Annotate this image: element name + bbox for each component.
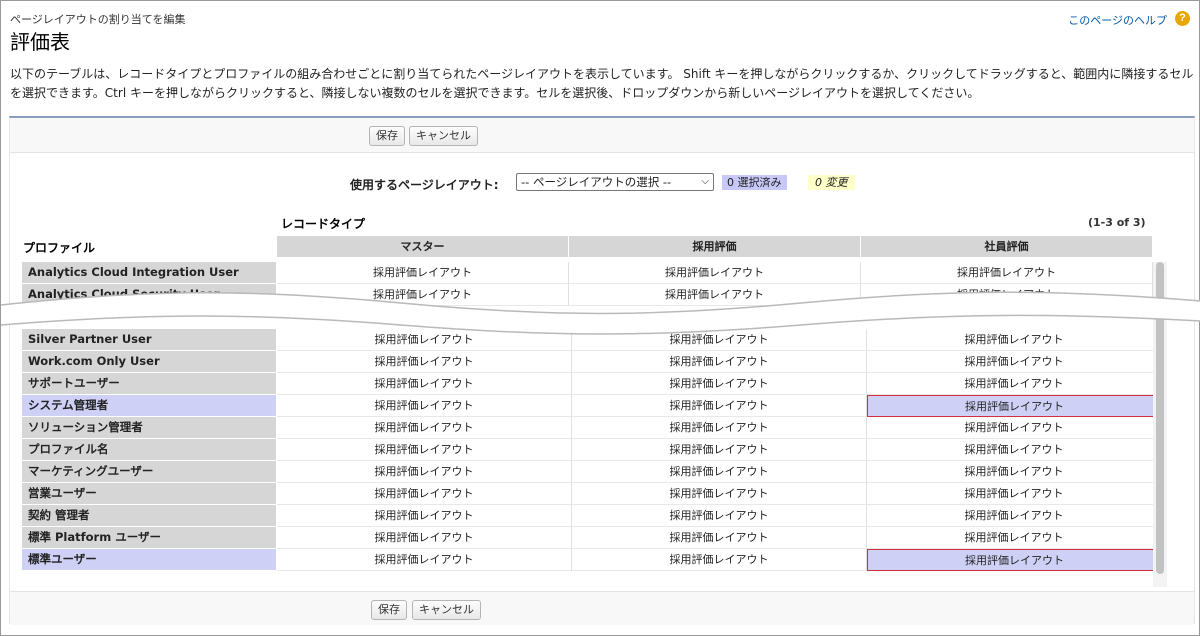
- bottom-button-bar: 保存 キャンセル: [10, 591, 1194, 625]
- layout-cell[interactable]: 採用評価レイアウト: [572, 373, 867, 395]
- layout-cell[interactable]: 採用評価レイアウト: [277, 505, 572, 527]
- record-type-label: レコードタイプ: [281, 217, 366, 231]
- profile-name: システム管理者: [22, 395, 276, 416]
- profile-name: ソリューション管理者: [22, 417, 276, 438]
- layout-cell[interactable]: 採用評価レイアウト: [867, 549, 1162, 571]
- window-frame: ページレイアウトの割り当てを編集 評価表 このページのヘルプ ? 以下のテーブル…: [0, 0, 1200, 636]
- table-row: マーケティングユーザー 採用評価レイアウト 採用評価レイアウト 採用評価レイアウト: [10, 461, 1196, 483]
- changes-count-badge: 0 変更: [808, 175, 855, 190]
- table-row: サポートユーザー 採用評価レイアウト 採用評価レイアウト 採用評価レイアウト: [10, 373, 1196, 395]
- profile-name: 営業ユーザー: [22, 483, 276, 504]
- layout-cell[interactable]: 採用評価レイアウト: [867, 351, 1162, 373]
- profile-name: プロファイル名: [22, 439, 276, 460]
- layout-cell[interactable]: 採用評価レイアウト: [572, 417, 867, 439]
- selected-count-badge: 0 選択済み: [722, 175, 787, 190]
- layout-cell[interactable]: 採用評価レイアウト: [867, 527, 1162, 549]
- layout-cell[interactable]: 採用評価レイアウト: [277, 262, 569, 284]
- layout-cell[interactable]: 採用評価レイアウト: [277, 549, 572, 571]
- assignment-panel: 保存 キャンセル 使用するページレイアウト: -- ページレイアウトの選択 --…: [9, 116, 1196, 625]
- table-row: 標準ユーザー 採用評価レイアウト 採用評価レイアウト 採用評価レイアウト: [10, 549, 1196, 571]
- layout-cell[interactable]: 採用評価レイアウト: [277, 395, 572, 417]
- layout-cell[interactable]: 採用評価レイアウト: [277, 439, 572, 461]
- question-icon[interactable]: ?: [1175, 11, 1190, 26]
- layout-cell[interactable]: 採用評価レイアウト: [569, 262, 861, 284]
- cancel-button[interactable]: キャンセル: [409, 126, 478, 146]
- layout-cell[interactable]: 採用評価レイアウト: [572, 505, 867, 527]
- profile-column-header: プロファイル: [23, 241, 96, 255]
- profile-name: 標準 Platform ユーザー: [22, 527, 276, 548]
- column-header-recruit-eval: 採用評価: [569, 236, 861, 257]
- column-header-employee-eval: 社員評価: [861, 236, 1153, 257]
- layout-selector-label: 使用するページレイアウト:: [350, 178, 499, 192]
- description-text: 以下のテーブルは、レコードタイプとプロファイルの組み合わせごとに割り当てられたペ…: [10, 67, 1194, 100]
- layout-cell[interactable]: 採用評価レイアウト: [572, 549, 867, 571]
- page-title: 評価表: [10, 30, 70, 54]
- profile-name: Analytics Cloud Integration User: [22, 262, 276, 283]
- save-button-bottom[interactable]: 保存: [371, 600, 407, 620]
- help-link[interactable]: このページのヘルプ: [1068, 12, 1167, 28]
- torn-edge-divider: [1, 291, 1200, 335]
- cancel-button-bottom[interactable]: キャンセル: [412, 600, 481, 620]
- profile-name: サポートユーザー: [22, 373, 276, 394]
- layout-cell[interactable]: 採用評価レイアウト: [277, 461, 572, 483]
- layout-cell[interactable]: 採用評価レイアウト: [277, 483, 572, 505]
- layout-cell[interactable]: 採用評価レイアウト: [572, 527, 867, 549]
- layout-cell[interactable]: 採用評価レイアウト: [572, 395, 867, 417]
- layout-cell[interactable]: 採用評価レイアウト: [867, 461, 1162, 483]
- table-row: システム管理者 採用評価レイアウト 採用評価レイアウト 採用評価レイアウト: [10, 395, 1196, 417]
- profile-name: Work.com Only User: [22, 351, 276, 372]
- save-button[interactable]: 保存: [369, 126, 405, 146]
- chevron-down-icon: ⌵: [701, 176, 709, 187]
- table-row: プロファイル名 採用評価レイアウト 採用評価レイアウト 採用評価レイアウト: [10, 439, 1196, 461]
- layout-cell[interactable]: 採用評価レイアウト: [277, 527, 572, 549]
- table-row: Analytics Cloud Integration User 採用評価レイアウ…: [10, 262, 1196, 284]
- page-layout-select[interactable]: -- ページレイアウトの選択 -- ⌵: [516, 173, 714, 191]
- profile-name: 標準ユーザー: [22, 549, 276, 570]
- page-layout-select-value: -- ページレイアウトの選択 --: [521, 175, 672, 189]
- layout-cell[interactable]: 採用評価レイアウト: [277, 417, 572, 439]
- layout-cell[interactable]: 採用評価レイアウト: [277, 351, 572, 373]
- layout-cell[interactable]: 採用評価レイアウト: [572, 439, 867, 461]
- profile-name: 契約 管理者: [22, 505, 276, 526]
- table-row: ソリューション管理者 採用評価レイアウト 採用評価レイアウト 採用評価レイアウト: [10, 417, 1196, 439]
- layout-cell[interactable]: 採用評価レイアウト: [861, 262, 1153, 284]
- table-row: 営業ユーザー 採用評価レイアウト 採用評価レイアウト 採用評価レイアウト: [10, 483, 1196, 505]
- layout-cell[interactable]: 採用評価レイアウト: [572, 351, 867, 373]
- layout-cell[interactable]: 採用評価レイアウト: [277, 373, 572, 395]
- layout-cell[interactable]: 採用評価レイアウト: [572, 461, 867, 483]
- top-button-bar: 保存 キャンセル: [10, 118, 1194, 153]
- table-row: Work.com Only User 採用評価レイアウト 採用評価レイアウト 採用評価…: [10, 351, 1196, 373]
- layout-cell[interactable]: 採用評価レイアウト: [867, 417, 1162, 439]
- layout-selector-row: 使用するページレイアウト: -- ページレイアウトの選択 -- ⌵ 0 選択済み…: [10, 172, 1194, 194]
- table-row: 契約 管理者 採用評価レイアウト 採用評価レイアウト 採用評価レイアウト: [10, 505, 1196, 527]
- layout-cell[interactable]: 採用評価レイアウト: [867, 395, 1162, 417]
- page-count: (1-3 of 3): [1088, 216, 1146, 229]
- layout-cell[interactable]: 採用評価レイアウト: [867, 439, 1162, 461]
- layout-cell[interactable]: 採用評価レイアウト: [867, 373, 1162, 395]
- layout-cell[interactable]: 採用評価レイアウト: [867, 505, 1162, 527]
- layout-cell[interactable]: 採用評価レイアウト: [572, 483, 867, 505]
- breadcrumb: ページレイアウトの割り当てを編集: [10, 13, 186, 26]
- column-header-master: マスター: [277, 236, 569, 257]
- layout-cell[interactable]: 採用評価レイアウト: [867, 483, 1162, 505]
- table-row: 標準 Platform ユーザー 採用評価レイアウト 採用評価レイアウト 採用評価レイ…: [10, 527, 1196, 549]
- profile-name: マーケティングユーザー: [22, 461, 276, 482]
